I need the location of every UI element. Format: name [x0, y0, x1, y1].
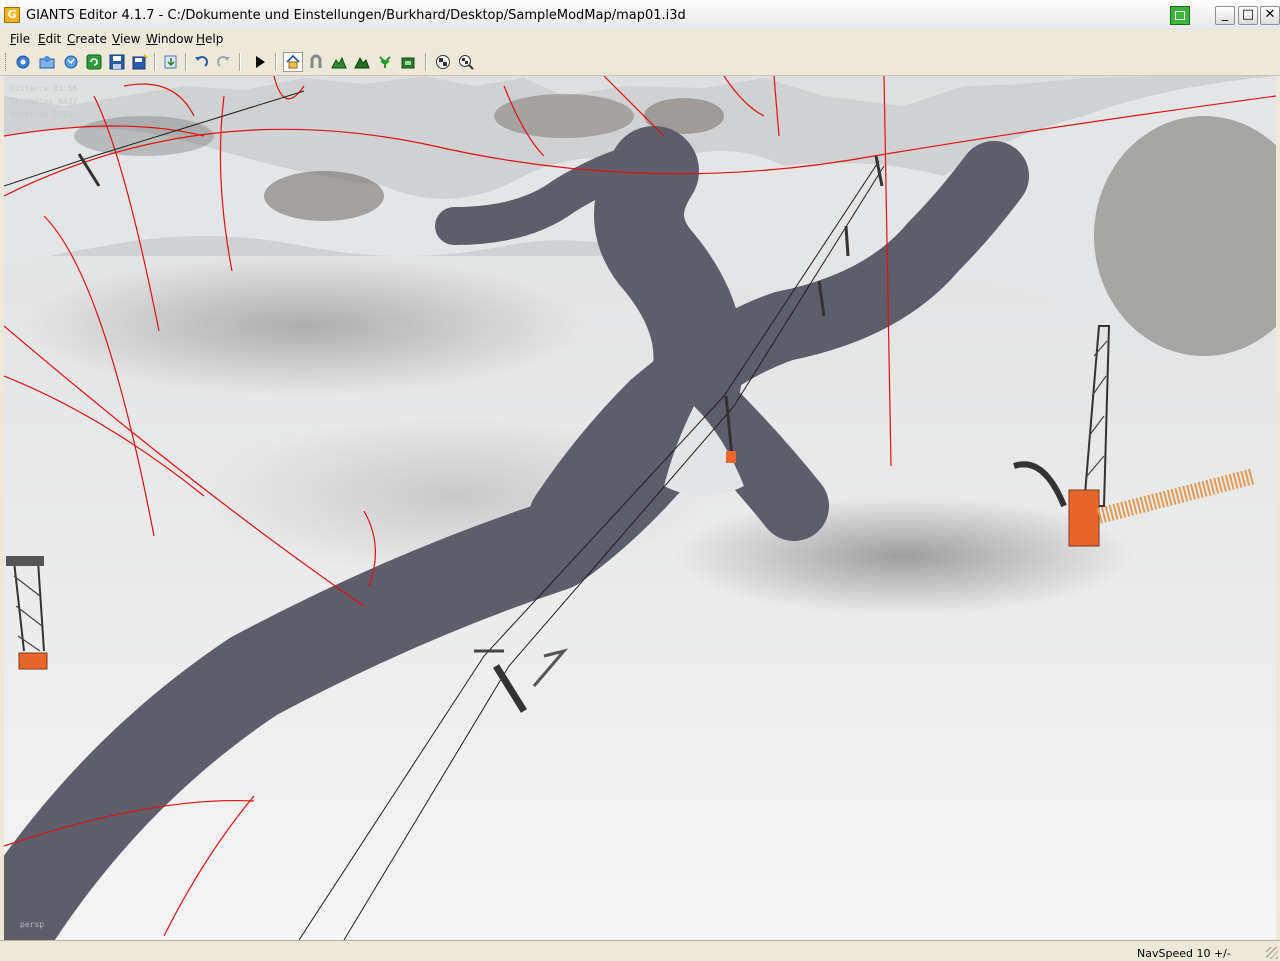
extra-titlebar-button[interactable]: [1170, 6, 1190, 25]
toolbar: [0, 49, 1280, 76]
resize-grip[interactable]: [1266, 947, 1278, 959]
checker-lens-icon[interactable]: [456, 52, 476, 72]
camera-label: persp: [20, 920, 45, 929]
play-icon[interactable]: [250, 52, 270, 72]
window-title: GIANTS Editor 4.1.7 - C:/Dokumente und E…: [26, 8, 686, 23]
status-bar: NavSpeed 10 +/-: [0, 940, 1280, 961]
scene-render[interactable]: [4, 76, 1276, 940]
menu-file[interactable]: File: [10, 32, 30, 46]
3d-viewport[interactable]: Distance 83.56 Triangles 6432 Vertices 2…: [4, 76, 1276, 940]
render-stats: Distance 83.56 Triangles 6432 Vertices 2…: [10, 82, 77, 121]
menu-help[interactable]: Help: [196, 32, 223, 46]
terrain-info-icon[interactable]: [398, 52, 418, 72]
toolbar-separator: [275, 53, 277, 71]
import-icon[interactable]: [161, 52, 181, 72]
menu-edit[interactable]: Edit: [38, 32, 61, 46]
open-file-icon[interactable]: [37, 52, 57, 72]
terrain-shade: [24, 256, 584, 396]
checker-icon[interactable]: [433, 52, 453, 72]
close-button[interactable]: ✕: [1260, 6, 1280, 25]
toolbar-separator: [154, 53, 156, 71]
stat-vertices: Vertices 2164: [10, 110, 73, 119]
minimize-button[interactable]: _: [1215, 6, 1235, 25]
menu-view[interactable]: View: [112, 32, 140, 46]
rock-patch: [264, 171, 384, 221]
new-scene-icon[interactable]: [13, 52, 33, 72]
toolbar-separator: [239, 53, 241, 71]
nav-speed-status: NavSpeed 10 +/-: [1137, 947, 1231, 960]
toolbar-separator: [425, 53, 427, 71]
toolbar-grip[interactable]: [5, 53, 9, 71]
title-bar: G GIANTS Editor 4.1.7 - C:/Dokumente und…: [0, 0, 1280, 31]
magnet-icon[interactable]: [306, 52, 326, 72]
menu-bar: File Edit Create View Window Help: [0, 30, 1280, 49]
maximize-button[interactable]: □: [1238, 6, 1258, 25]
terrain-paint-icon[interactable]: [329, 52, 349, 72]
save-as-icon[interactable]: [130, 52, 150, 72]
menu-create[interactable]: Create: [67, 32, 107, 46]
terrain-sculpt-icon[interactable]: [352, 52, 372, 72]
undo-icon[interactable]: [191, 52, 211, 72]
home-icon[interactable]: [283, 52, 303, 72]
menu-window[interactable]: Window: [146, 32, 193, 46]
stat-triangles: Triangles 6432: [10, 97, 78, 106]
reload-icon[interactable]: [84, 52, 104, 72]
rock-patch: [494, 94, 634, 138]
save-icon[interactable]: [107, 52, 127, 72]
toolbar-separator: [185, 53, 187, 71]
giants-logo-icon: G: [4, 7, 20, 23]
stat-distance: Distance 83.56: [10, 84, 78, 93]
terrain-shade: [674, 496, 1134, 616]
foliage-icon[interactable]: [375, 52, 395, 72]
redo-icon[interactable]: [214, 52, 234, 72]
reload-icon[interactable]: [61, 52, 81, 72]
